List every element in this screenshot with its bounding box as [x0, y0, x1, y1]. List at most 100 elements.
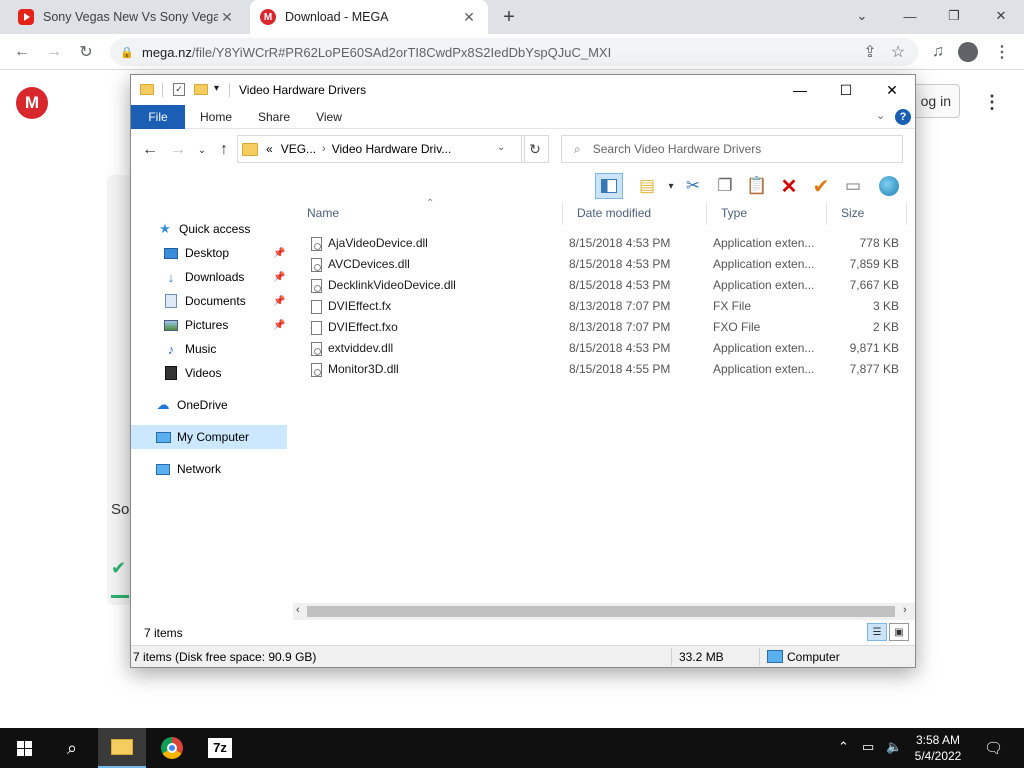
- paste-icon[interactable]: 📋: [743, 173, 771, 199]
- nav-videos[interactable]: Videos: [131, 361, 287, 385]
- close-tab-icon[interactable]: ✕: [218, 8, 236, 26]
- tab-home[interactable]: Home: [191, 105, 241, 129]
- expand-ribbon-icon[interactable]: ⌄: [876, 109, 885, 122]
- browser-tab-mega[interactable]: M Download - MEGA ✕: [250, 0, 488, 34]
- taskbar-chrome[interactable]: [148, 728, 196, 768]
- table-row[interactable]: DecklinkVideoDevice.dll 8/15/2018 4:53 P…: [293, 275, 913, 296]
- help-button[interactable]: ?: [895, 109, 911, 125]
- size-cell: 9,871 KB: [849, 341, 899, 355]
- up-icon[interactable]: ↑: [213, 139, 235, 161]
- nav-onedrive[interactable]: ☁ OneDrive: [131, 393, 287, 417]
- search-icon[interactable]: ⌕: [48, 728, 96, 768]
- maximize-icon[interactable]: ☐: [823, 75, 869, 105]
- nav-documents[interactable]: Documents 📌: [131, 289, 287, 313]
- tab-view[interactable]: View: [307, 105, 351, 129]
- back-icon[interactable]: ←: [139, 139, 161, 161]
- explorer-address-bar[interactable]: « VEG... › Video Hardware Driv...: [237, 135, 525, 163]
- cut-icon[interactable]: ✂: [679, 173, 707, 199]
- nav-quick-access[interactable]: ★ Quick access: [131, 217, 287, 241]
- taskbar-file-explorer[interactable]: [98, 728, 146, 768]
- recent-locations-icon[interactable]: ⌄: [191, 139, 213, 161]
- scrollbar-thumb[interactable]: [307, 606, 895, 617]
- properties-icon[interactable]: ✓: [173, 83, 185, 96]
- table-row[interactable]: AVCDevices.dll 8/15/2018 4:53 PM Applica…: [293, 254, 913, 275]
- search-box[interactable]: ⌕: [561, 135, 903, 163]
- more-options-icon[interactable]: ⋮: [982, 92, 1002, 112]
- table-row[interactable]: extviddev.dll 8/15/2018 4:53 PM Applicat…: [293, 338, 913, 359]
- table-row[interactable]: Monitor3D.dll 8/15/2018 4:55 PM Applicat…: [293, 359, 913, 380]
- pin-icon[interactable]: 📌: [273, 248, 285, 259]
- rename-icon[interactable]: ▭: [839, 173, 867, 199]
- nav-music[interactable]: ♪ Music: [131, 337, 287, 361]
- minimize-icon[interactable]: —: [896, 4, 924, 28]
- pin-icon[interactable]: 📌: [273, 320, 285, 331]
- scroll-right-icon[interactable]: ›: [903, 604, 907, 616]
- scroll-left-icon[interactable]: ‹: [296, 604, 300, 616]
- pin-icon[interactable]: 📌: [273, 272, 285, 283]
- minimize-icon[interactable]: —: [777, 75, 823, 105]
- nav-network[interactable]: Network: [131, 457, 287, 481]
- nav-downloads[interactable]: ↓ Downloads 📌: [131, 265, 287, 289]
- table-row[interactable]: DVIEffect.fx 8/13/2018 7:07 PM FX File 3…: [293, 296, 913, 317]
- forward-icon[interactable]: →: [167, 139, 189, 161]
- taskbar-7zip[interactable]: 7z: [196, 728, 244, 768]
- pin-icon[interactable]: 📌: [273, 296, 285, 307]
- breadcrumb-overflow[interactable]: «: [266, 142, 273, 156]
- nav-label: Documents: [185, 294, 246, 308]
- table-row[interactable]: AjaVideoDevice.dll 8/15/2018 4:53 PM App…: [293, 233, 913, 254]
- profile-avatar-icon[interactable]: [956, 40, 980, 64]
- column-header-size[interactable]: Size: [827, 201, 907, 225]
- breadcrumb-vegas[interactable]: VEG...: [281, 142, 316, 156]
- notifications-icon[interactable]: 🗨: [984, 739, 1003, 757]
- horizontal-scrollbar[interactable]: ‹ ›: [293, 603, 915, 620]
- new-tab-button[interactable]: +: [498, 6, 520, 28]
- bookmark-star-icon[interactable]: ☆: [886, 40, 910, 64]
- search-input[interactable]: [592, 142, 893, 156]
- column-header-type[interactable]: Type: [707, 201, 827, 225]
- large-icons-view-icon[interactable]: ▣: [889, 623, 909, 641]
- refresh-icon[interactable]: ↻: [521, 135, 549, 163]
- tab-share[interactable]: Share: [249, 105, 299, 129]
- tab-file[interactable]: File: [131, 105, 185, 129]
- chevron-up-icon[interactable]: ⌃: [838, 739, 849, 755]
- nav-label: Videos: [185, 366, 222, 380]
- start-button[interactable]: [0, 728, 48, 768]
- table-row[interactable]: DVIEffect.fxo 8/13/2018 7:07 PM FXO File…: [293, 317, 913, 338]
- breadcrumb-current[interactable]: Video Hardware Driv...: [332, 142, 452, 156]
- mega-logo[interactable]: M: [16, 87, 48, 119]
- nav-desktop[interactable]: Desktop 📌: [131, 241, 287, 265]
- file-name-cell: DVIEffect.fx: [311, 299, 391, 314]
- chevron-down-icon[interactable]: ⌄: [848, 4, 876, 28]
- apply-check-icon[interactable]: ✔: [807, 173, 835, 199]
- globe-icon[interactable]: [875, 173, 903, 199]
- network-icon: [155, 461, 171, 477]
- media-control-icon[interactable]: ♫: [926, 40, 950, 64]
- column-header-name[interactable]: Name: [293, 201, 563, 225]
- forward-icon[interactable]: →: [42, 40, 66, 64]
- copy-icon[interactable]: ❐: [711, 173, 739, 199]
- browser-menu-icon[interactable]: ⋮: [990, 40, 1014, 64]
- close-tab-icon[interactable]: ✕: [460, 8, 478, 26]
- system-clock[interactable]: 3:58 AM 5/4/2022: [898, 732, 978, 764]
- preview-pane-icon[interactable]: [595, 173, 623, 199]
- browser-tab-youtube[interactable]: Sony Vegas New Vs Sony Vegas Old ✕: [8, 0, 246, 34]
- close-window-icon[interactable]: ✕: [987, 4, 1015, 28]
- nav-my-computer[interactable]: My Computer: [131, 425, 287, 449]
- nav-pictures[interactable]: Pictures 📌: [131, 313, 287, 337]
- chevron-down-icon[interactable]: ⌄: [497, 142, 505, 153]
- column-header-date[interactable]: Date modified: [563, 201, 707, 225]
- lock-icon: 🔒: [120, 46, 134, 59]
- details-view-icon[interactable]: ☰: [867, 623, 887, 641]
- reload-icon[interactable]: ↻: [74, 40, 98, 64]
- restore-icon[interactable]: ❐: [940, 4, 968, 28]
- new-folder-icon[interactable]: [194, 84, 208, 95]
- share-icon[interactable]: ⇪: [858, 40, 882, 64]
- back-icon[interactable]: ←: [10, 40, 34, 64]
- customize-qat-icon[interactable]: ▾: [214, 83, 219, 94]
- explorer-title-bar[interactable]: ✓ ▾ Video Hardware Drivers — ☐ ✕: [131, 75, 915, 105]
- network-tray-icon[interactable]: ▭: [862, 739, 874, 755]
- chevron-right-icon[interactable]: ›: [322, 143, 326, 155]
- delete-icon[interactable]: ✕: [775, 173, 803, 199]
- close-window-icon[interactable]: ✕: [869, 75, 915, 105]
- address-bar[interactable]: 🔒 mega.nz/file/Y8YiWCrR#PR62LoPE60SAd2or…: [110, 38, 918, 66]
